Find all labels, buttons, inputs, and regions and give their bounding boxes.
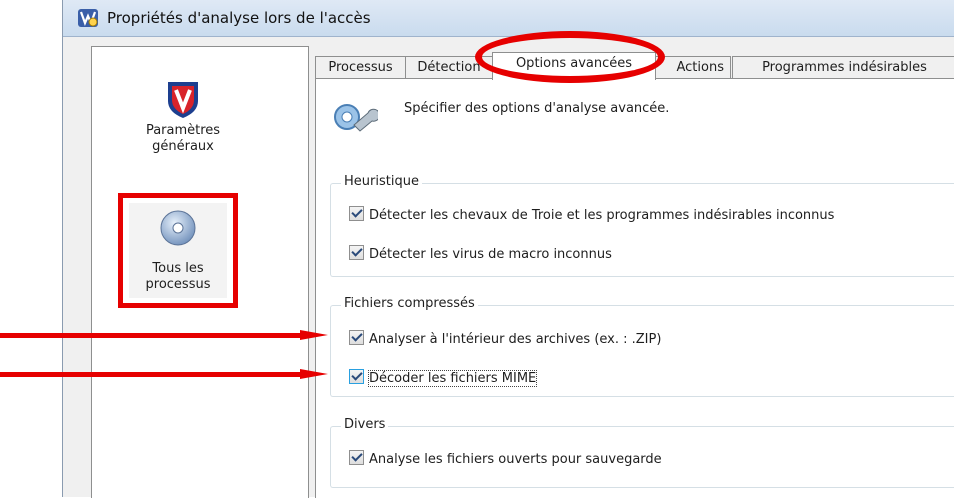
group-fichiers-compresses: Fichiers compressés Analyser à l'intérie… — [330, 296, 954, 397]
checkbox-indicator[interactable] — [349, 245, 364, 260]
checkbox-label: Décoder les fichiers MIME — [367, 370, 538, 387]
sidebar-item-label: Paramètres — [145, 123, 221, 138]
advanced-options-panel: Spécifier des options d'analyse avancée.… — [315, 78, 954, 498]
sidebar-item-label: processus — [145, 277, 211, 292]
sidebar-item-general-settings[interactable]: Paramètres généraux — [128, 79, 238, 155]
mcafee-app-icon — [77, 7, 99, 29]
mcafee-shield-icon — [128, 79, 238, 123]
checkbox-label: Analyse les fichiers ouverts pour sauveg… — [369, 452, 662, 467]
sidebar-item-label: généraux — [152, 139, 214, 154]
checkbox-detect-macro-viruses[interactable]: Détecter les virus de macro inconnus — [349, 245, 612, 263]
tab-actions[interactable]: Actions — [655, 56, 731, 78]
tab-programmes-indesirables[interactable]: Programmes indésirables — [732, 56, 954, 79]
checkbox-scan-opened-for-backup[interactable]: Analyse les fichiers ouverts pour sauveg… — [349, 450, 662, 468]
checkbox-indicator[interactable] — [349, 450, 364, 465]
intro-text: Spécifier des options d'analyse avancée. — [404, 101, 670, 116]
sidebar-item-all-processes[interactable]: Tous les processus — [118, 193, 238, 308]
group-title: Heuristique — [341, 174, 422, 189]
checkbox-indicator[interactable] — [349, 206, 364, 221]
window-title: Propriétés d'analyse lors de l'accès — [107, 9, 371, 27]
checkbox-label: Détecter les virus de macro inconnus — [369, 247, 612, 262]
category-sidebar: Paramètres généraux Tous les processus — [91, 46, 309, 498]
wrench-gear-icon — [332, 99, 381, 139]
tab-processus[interactable]: Processus — [315, 56, 406, 79]
annotation-arrow — [0, 369, 328, 379]
title-bar[interactable]: Propriétés d'analyse lors de l'accès — [63, 0, 954, 37]
checkbox-decode-mime[interactable]: Décoder les fichiers MIME — [349, 369, 538, 387]
selection-highlight: Tous les processus — [129, 203, 227, 298]
checkbox-indicator[interactable] — [349, 369, 364, 384]
annotation-ellipse — [475, 31, 665, 83]
group-heuristique: Heuristique Détecter les chevaux de Troi… — [330, 174, 954, 277]
checkbox-label: Détecter les chevaux de Troie et les pro… — [369, 208, 835, 223]
checkbox-scan-archives[interactable]: Analyser à l'intérieur des archives (ex.… — [349, 330, 661, 348]
sidebar-item-label: Tous les — [152, 261, 204, 276]
group-divers: Divers Analyse les fichiers ouverts pour… — [330, 417, 954, 488]
checkbox-label: Analyser à l'intérieur des archives (ex.… — [369, 332, 662, 347]
group-title: Divers — [341, 417, 389, 432]
checkbox-indicator[interactable] — [349, 330, 364, 345]
process-disc-icon — [129, 203, 227, 261]
group-title: Fichiers compressés — [341, 296, 478, 311]
checkbox-detect-trojans[interactable]: Détecter les chevaux de Troie et les pro… — [349, 206, 834, 224]
annotation-arrow — [0, 330, 328, 340]
